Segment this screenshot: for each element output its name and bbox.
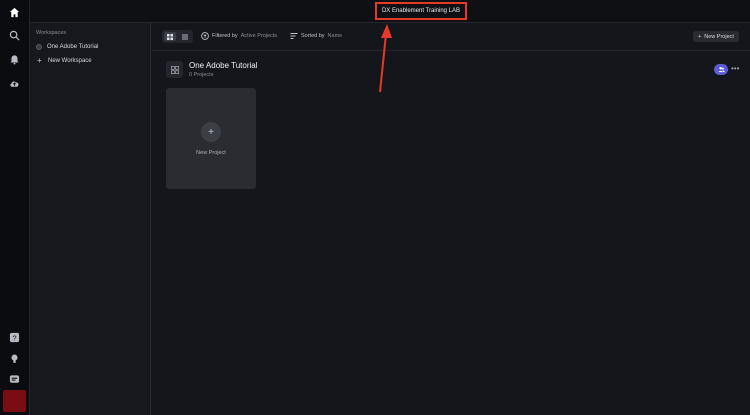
- grid-view-button[interactable]: [164, 32, 176, 41]
- workspace-title: One Adobe Tutorial: [189, 61, 258, 70]
- members-button[interactable]: [714, 64, 728, 75]
- plus-icon: +: [698, 33, 702, 40]
- filter-label: Filtered by: [212, 33, 238, 39]
- plus-icon: +: [201, 122, 221, 142]
- nav-rail: ?: [0, 0, 30, 415]
- project-count: 0 Projects: [189, 72, 214, 78]
- workspace-dot-icon: [36, 43, 42, 50]
- cloud-upload-icon[interactable]: [7, 76, 22, 91]
- grid-icon: [167, 33, 173, 40]
- sort-control[interactable]: Sorted by Name: [290, 32, 342, 40]
- filter-control[interactable]: Filtered by Active Projects: [201, 32, 277, 40]
- new-project-button[interactable]: + New Project: [693, 31, 739, 42]
- view-toggle: [162, 30, 193, 43]
- sort-icon: [290, 33, 298, 39]
- bell-icon[interactable]: [7, 52, 22, 67]
- svg-text:?: ?: [12, 333, 16, 342]
- sidebar-heading: Workspaces: [36, 30, 67, 36]
- new-project-label: New Project: [704, 33, 734, 40]
- top-bar: DX Enablement Training LAB: [30, 0, 750, 23]
- chat-icon[interactable]: [7, 372, 22, 387]
- list-icon: [182, 34, 188, 39]
- sort-label: Sorted by: [301, 33, 325, 39]
- card-label: New Project: [196, 150, 226, 156]
- filter-value: Active Projects: [240, 33, 278, 39]
- user-avatar[interactable]: [3, 390, 26, 412]
- sidebar-item-label: New Workspace: [48, 57, 92, 64]
- workspace-sidebar: Workspaces One Adobe Tutorial + New Work…: [30, 23, 151, 415]
- new-project-card[interactable]: + New Project: [166, 88, 256, 189]
- filter-icon: [201, 32, 209, 40]
- sidebar-item-label: One Adobe Tutorial: [47, 43, 99, 50]
- sidebar-item-one-adobe-tutorial[interactable]: One Adobe Tutorial: [36, 41, 98, 52]
- users-icon: [718, 67, 725, 73]
- org-title[interactable]: DX Enablement Training LAB: [375, 2, 467, 20]
- lightbulb-icon[interactable]: [7, 351, 22, 366]
- workspace-grid-icon: [166, 61, 183, 78]
- home-icon[interactable]: [7, 5, 22, 20]
- list-view-button[interactable]: [179, 32, 191, 41]
- content-toolbar: Filtered by Active Projects Sorted by Na…: [151, 23, 750, 51]
- help-icon[interactable]: ?: [7, 330, 22, 345]
- app-window: ? DX Enablement Training LAB Workspaces …: [0, 0, 750, 415]
- search-icon[interactable]: [7, 28, 22, 43]
- plus-icon: +: [37, 56, 42, 65]
- more-options-icon[interactable]: •••: [731, 64, 739, 73]
- sidebar-item-new-workspace[interactable]: + New Workspace: [36, 55, 92, 66]
- sort-value: Name: [327, 33, 343, 39]
